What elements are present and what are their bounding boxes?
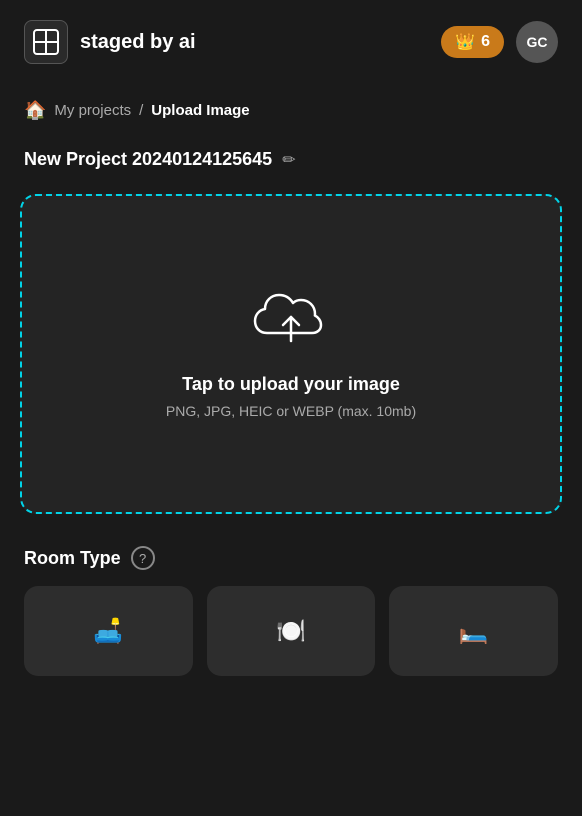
room-cards-row: 🛋️ 🍽️ 🛏️ — [0, 586, 582, 700]
home-icon[interactable]: 🏠 — [24, 100, 46, 121]
upload-subtitle: PNG, JPG, HEIC or WEBP (max. 10mb) — [166, 403, 416, 419]
credits-badge[interactable]: 👑 6 — [441, 26, 504, 58]
credits-count: 6 — [481, 33, 490, 51]
room-type-section-header: Room Type ? — [0, 538, 582, 586]
project-title: New Project 20240124125645 — [24, 149, 272, 170]
edit-icon[interactable]: ✏ — [282, 150, 295, 170]
room-type-label: Room Type — [24, 548, 121, 569]
avatar-initials: GC — [527, 34, 548, 50]
logo-icon — [24, 20, 68, 64]
header: staged by ai 👑 6 GC — [0, 0, 582, 84]
breadcrumb-separator: / — [139, 102, 143, 119]
breadcrumb: 🏠 My projects / Upload Image — [0, 84, 582, 129]
living-room-icon: 🛋️ — [93, 617, 123, 646]
cloud-upload-icon — [251, 289, 331, 354]
bedroom-icon: 🛏️ — [459, 617, 489, 646]
dining-room-icon: 🍽️ — [276, 617, 306, 646]
breadcrumb-current: Upload Image — [151, 102, 249, 119]
upload-area[interactable]: Tap to upload your image PNG, JPG, HEIC … — [20, 194, 562, 514]
avatar[interactable]: GC — [516, 21, 558, 63]
project-title-row: New Project 20240124125645 ✏ — [0, 129, 582, 186]
crown-icon: 👑 — [455, 32, 475, 52]
header-right: 👑 6 GC — [441, 21, 558, 63]
room-card-living[interactable]: 🛋️ — [24, 586, 193, 676]
room-card-bedroom[interactable]: 🛏️ — [389, 586, 558, 676]
app-title: staged by ai — [80, 30, 196, 54]
help-icon[interactable]: ? — [131, 546, 155, 570]
logo-area: staged by ai — [24, 20, 196, 64]
breadcrumb-parent[interactable]: My projects — [54, 102, 131, 119]
room-card-dining[interactable]: 🍽️ — [207, 586, 376, 676]
upload-title: Tap to upload your image — [182, 374, 400, 395]
